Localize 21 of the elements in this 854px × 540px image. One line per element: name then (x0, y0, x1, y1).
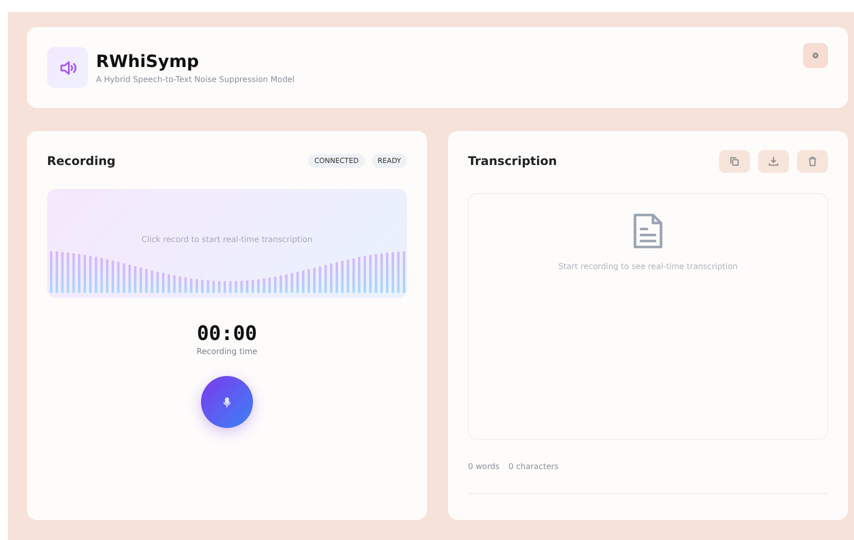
app-title: RWhiSymp (96, 52, 199, 72)
empty-message: Start recording to see real-time transcription (558, 262, 738, 271)
download-icon (768, 156, 779, 166)
microphone-icon (223, 396, 231, 408)
panel-title: Recording (47, 154, 116, 168)
copy-button[interactable] (719, 150, 750, 172)
count-text: 0 words (468, 462, 500, 471)
speaker-icon (47, 47, 88, 88)
clear-button[interactable] (797, 150, 828, 172)
app-subtitle: A Hybrid Speech-to-Text Noise Suppression Model (96, 74, 295, 84)
settings-button[interactable] (803, 43, 828, 68)
record-button[interactable] (201, 376, 253, 428)
download-button[interactable] (758, 150, 789, 172)
document-icon (631, 212, 665, 250)
trash-icon (807, 156, 818, 166)
count-text: 0 characters (508, 462, 559, 471)
timer-label: Recording time (196, 347, 258, 356)
panel-title: Transcription (468, 154, 557, 168)
hint-text: Click record to start real-time transcription (142, 235, 312, 244)
copy-icon (729, 156, 740, 166)
timer: 00:00 (196, 321, 258, 345)
